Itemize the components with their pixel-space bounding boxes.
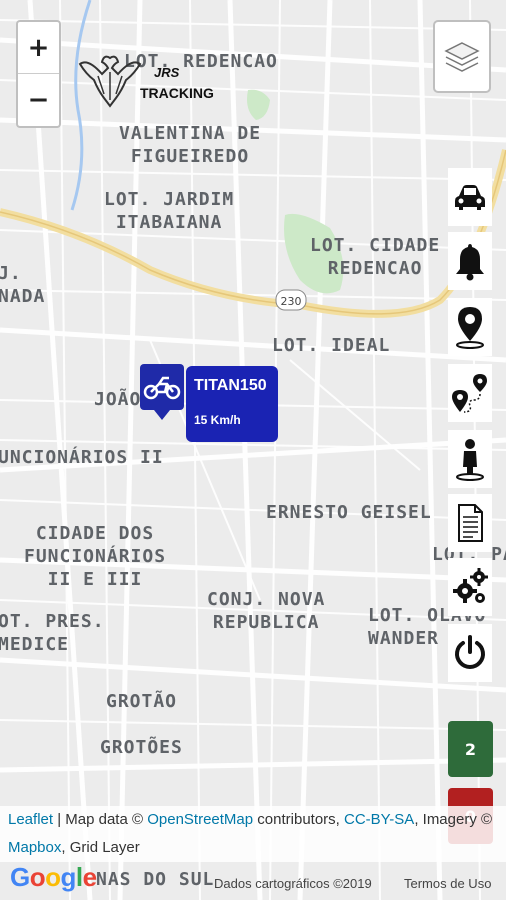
vehicle-marker[interactable] xyxy=(140,364,184,420)
attribution-text: , Imagery © xyxy=(414,811,493,828)
place-label: GROTÃO xyxy=(106,691,178,712)
place-label: J. NADA xyxy=(0,263,46,307)
google-logo: Google xyxy=(10,862,97,892)
attribution-text: | Map data © xyxy=(53,811,148,828)
place-label: ERNESTO GEISEL xyxy=(266,502,432,523)
eagle-icon xyxy=(78,55,142,108)
map-canvas[interactable]: 230 LOT. REDENCAO VALENTINA DE FIGUEIRED… xyxy=(0,0,506,900)
tool-driver-button[interactable] xyxy=(448,430,492,488)
layers-button[interactable] xyxy=(433,20,491,93)
tool-alerts-button[interactable] xyxy=(448,232,492,290)
tool-route-button[interactable] xyxy=(448,364,492,422)
tool-report-button[interactable] xyxy=(448,494,492,552)
motorcycle-icon xyxy=(143,376,181,400)
person-pin-icon xyxy=(456,439,484,481)
place-label: OT. PRES. MEDICE xyxy=(0,611,105,655)
place-label: GROTÕES xyxy=(100,737,183,758)
tool-location-button[interactable] xyxy=(448,298,492,356)
logo-text-jrs: JRS xyxy=(154,65,180,80)
attribution-text: contributors, xyxy=(253,811,344,828)
place-label: VALENTINA DE FIGUEIREDO xyxy=(119,123,262,167)
vehicle-name: TITAN150 xyxy=(194,377,267,394)
document-icon xyxy=(458,504,483,542)
vehicle-speed: 15 Km/h xyxy=(194,413,241,427)
place-label: NAS DO SUL xyxy=(96,869,215,890)
route-icon xyxy=(452,374,487,413)
terms-link[interactable]: Termos de Uso xyxy=(404,876,491,891)
jrs-tracking-logo: JRS TRACKING xyxy=(78,50,214,110)
cc-by-sa-link[interactable]: CC-BY-SA xyxy=(344,811,414,828)
online-count-badge[interactable]: 2 xyxy=(448,721,493,777)
map-data-credit: Dados cartográficos ©2019 xyxy=(214,876,372,891)
zoom-in-button[interactable]: + xyxy=(18,22,59,74)
road-shield-label: 230 xyxy=(281,295,302,308)
place-label: JOÃO xyxy=(94,389,142,410)
place-label: LOT. CIDADE REDENCAO xyxy=(310,235,441,279)
place-label: CONJ. NOVA REPUBLICA xyxy=(207,589,326,633)
osm-link[interactable]: OpenStreetMap xyxy=(147,811,253,828)
mapbox-link[interactable]: Mapbox xyxy=(8,839,61,856)
tool-car-button[interactable] xyxy=(448,168,492,226)
tool-settings-button[interactable] xyxy=(448,558,492,616)
car-icon xyxy=(455,185,485,210)
place-label: LOT. IDEAL xyxy=(272,335,391,356)
leaflet-link[interactable]: Leaflet xyxy=(8,811,53,828)
map-attribution: Leaflet | Map data © OpenStreetMap contr… xyxy=(0,806,506,862)
vehicle-popup[interactable]: TITAN150 15 Km/h xyxy=(186,366,278,442)
tool-logout-button[interactable] xyxy=(448,624,492,682)
place-label: LOT. JARDIM ITABAIANA xyxy=(104,189,235,233)
attribution-text: , Grid Layer xyxy=(61,839,140,856)
google-footer: Google NAS DO SUL Dados cartográficos ©2… xyxy=(0,862,506,900)
layers-icon xyxy=(444,41,480,72)
power-icon xyxy=(455,635,485,669)
place-label: UNCIONÁRIOS II xyxy=(0,447,164,468)
bell-icon xyxy=(456,244,484,281)
zoom-control: + − xyxy=(16,20,61,128)
logo-text-tracking: TRACKING xyxy=(140,85,214,101)
place-label: CIDADE DOS FUNCIONÁRIOS II E III xyxy=(24,523,167,590)
zoom-out-button[interactable]: − xyxy=(18,74,59,126)
gears-icon xyxy=(453,568,488,603)
map-pin-icon xyxy=(456,307,484,349)
